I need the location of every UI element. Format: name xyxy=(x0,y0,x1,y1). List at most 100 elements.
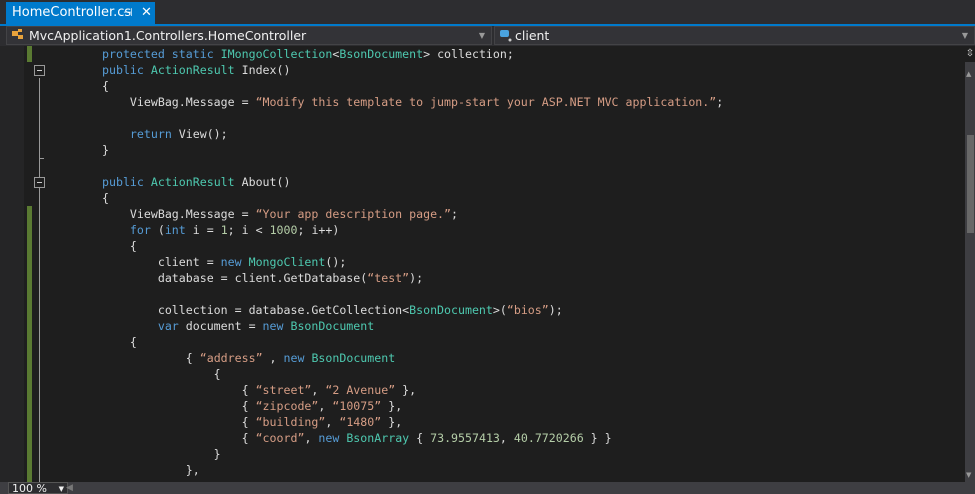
class-path: MvcApplication1.Controllers.HomeControll… xyxy=(29,28,307,43)
code-token: “building” xyxy=(255,415,326,429)
code-token: i = xyxy=(185,223,221,237)
horizontal-scrollbar[interactable] xyxy=(0,482,975,494)
code-token: BsonDocument xyxy=(409,303,493,317)
code-token: var xyxy=(102,319,186,333)
class-icon xyxy=(12,29,23,39)
code-token: View(); xyxy=(178,127,228,141)
chevron-down-icon: ▼ xyxy=(961,31,968,40)
code-line: { “address” , new BsonDocument xyxy=(102,350,723,366)
code-token: }, xyxy=(102,463,200,477)
code-token: ActionResult xyxy=(150,63,235,77)
code-token: “bios” xyxy=(506,303,549,317)
collapse-index-icon[interactable] xyxy=(34,65,45,76)
code-token: { xyxy=(102,383,256,397)
code-line: return View(); xyxy=(102,126,723,142)
code-token: ( xyxy=(157,223,165,237)
tab-title: HomeController.cs xyxy=(12,5,132,20)
code-token: ; i++) xyxy=(297,223,340,237)
code-line: { “zipcode”, “10075” }, xyxy=(102,398,723,414)
scroll-left-icon[interactable]: ◀ xyxy=(66,483,73,493)
code-token: 1000 xyxy=(269,223,298,237)
code-token: ); xyxy=(409,271,424,285)
code-token: }, xyxy=(381,415,403,429)
code-token: > collection; xyxy=(423,47,514,61)
code-line: } xyxy=(102,446,723,462)
code-token: { xyxy=(102,351,200,365)
code-token: “Modify this template to jump-start your… xyxy=(255,95,717,109)
code-token: BsonDocument xyxy=(311,351,396,365)
code-token: { xyxy=(102,367,221,381)
code-token: , xyxy=(499,431,514,445)
code-token: new xyxy=(262,319,291,333)
code-token: “1480” xyxy=(339,415,382,429)
code-token: 73.9557413 xyxy=(430,431,500,445)
code-line: { “building”, “1480” }, xyxy=(102,414,723,430)
code-token: database = client.GetDatabase( xyxy=(102,271,368,285)
code-token: MongoClient xyxy=(248,255,326,269)
class-dropdown[interactable]: MvcApplication1.Controllers.HomeControll… xyxy=(6,26,492,45)
code-token: “coord” xyxy=(255,431,305,445)
code-token: ; xyxy=(716,95,724,109)
code-line: } xyxy=(102,142,723,158)
chevron-down-icon: ▼ xyxy=(58,485,64,493)
code-line: { xyxy=(102,190,723,206)
navigation-bar: MvcApplication1.Controllers.HomeControll… xyxy=(0,26,975,46)
indicator-margin xyxy=(0,46,24,482)
code-line: }, xyxy=(102,462,723,478)
split-icon[interactable]: ⇳ xyxy=(965,46,975,62)
change-bar xyxy=(27,46,32,62)
code-token: ActionResult xyxy=(150,175,235,189)
code-line: { “street”, “2 Avenue” }, xyxy=(102,382,723,398)
code-line: { xyxy=(102,366,723,382)
code-token: } xyxy=(102,143,109,157)
code-token: public xyxy=(102,63,151,77)
code-line: var document = new BsonDocument xyxy=(102,318,723,334)
code-token: (); xyxy=(325,255,347,269)
code-token: { xyxy=(102,191,109,205)
vertical-scrollbar[interactable] xyxy=(965,46,975,482)
code-token: document = xyxy=(185,319,263,333)
code-token: , xyxy=(304,431,319,445)
collapse-about-icon[interactable] xyxy=(34,177,45,188)
close-icon[interactable]: ✕ xyxy=(141,2,152,24)
code-token: int xyxy=(164,223,186,237)
code-line: { xyxy=(102,334,723,350)
field-icon xyxy=(500,30,512,42)
code-token: “zipcode” xyxy=(255,399,319,413)
code-token: BsonArray xyxy=(346,431,410,445)
chevron-down-icon: ▼ xyxy=(478,31,485,40)
code-token: , xyxy=(311,383,326,397)
zoom-dropdown[interactable]: 100 % ▼ xyxy=(8,482,68,494)
code-token: new xyxy=(220,255,249,269)
code-token: { xyxy=(102,239,137,253)
code-line: for (int i = 1; i < 1000; i++) xyxy=(102,222,723,238)
scroll-up-icon[interactable]: ▲ xyxy=(966,70,971,78)
scrollbar-thumb[interactable] xyxy=(967,135,974,233)
change-bar xyxy=(27,206,32,482)
code-token: BsonDocument xyxy=(339,47,424,61)
member-name: client xyxy=(515,28,550,43)
code-token: , xyxy=(325,415,340,429)
code-token: for xyxy=(102,223,158,237)
tab-homecontroller[interactable]: HomeController.cs ⊣ ✕ xyxy=(6,2,155,24)
code-token: } xyxy=(102,447,221,461)
code-token: ; i < xyxy=(227,223,270,237)
code-token: Index() xyxy=(234,63,291,77)
code-token: new xyxy=(318,431,347,445)
code-token: 1 xyxy=(220,223,228,237)
code-token: { xyxy=(102,431,256,445)
code-token: ; xyxy=(451,207,458,221)
code-line: public ActionResult About() xyxy=(102,174,723,190)
code-token: collection = database.GetCollection< xyxy=(102,303,410,317)
code-line: ViewBag.Message = “Your app description … xyxy=(102,206,723,222)
code-token: ViewBag.Message = xyxy=(102,207,256,221)
scroll-down-icon[interactable]: ▼ xyxy=(966,471,971,479)
code-token: , xyxy=(318,399,333,413)
pin-icon[interactable]: ⊣ xyxy=(123,2,133,24)
member-dropdown[interactable]: client ▼ xyxy=(494,26,975,45)
code-line: { “coord”, new BsonArray { 73.9557413, 4… xyxy=(102,430,723,446)
code-token: }, xyxy=(395,383,417,397)
code-editor[interactable]: protected static IMongoCollection<BsonDo… xyxy=(102,46,723,478)
